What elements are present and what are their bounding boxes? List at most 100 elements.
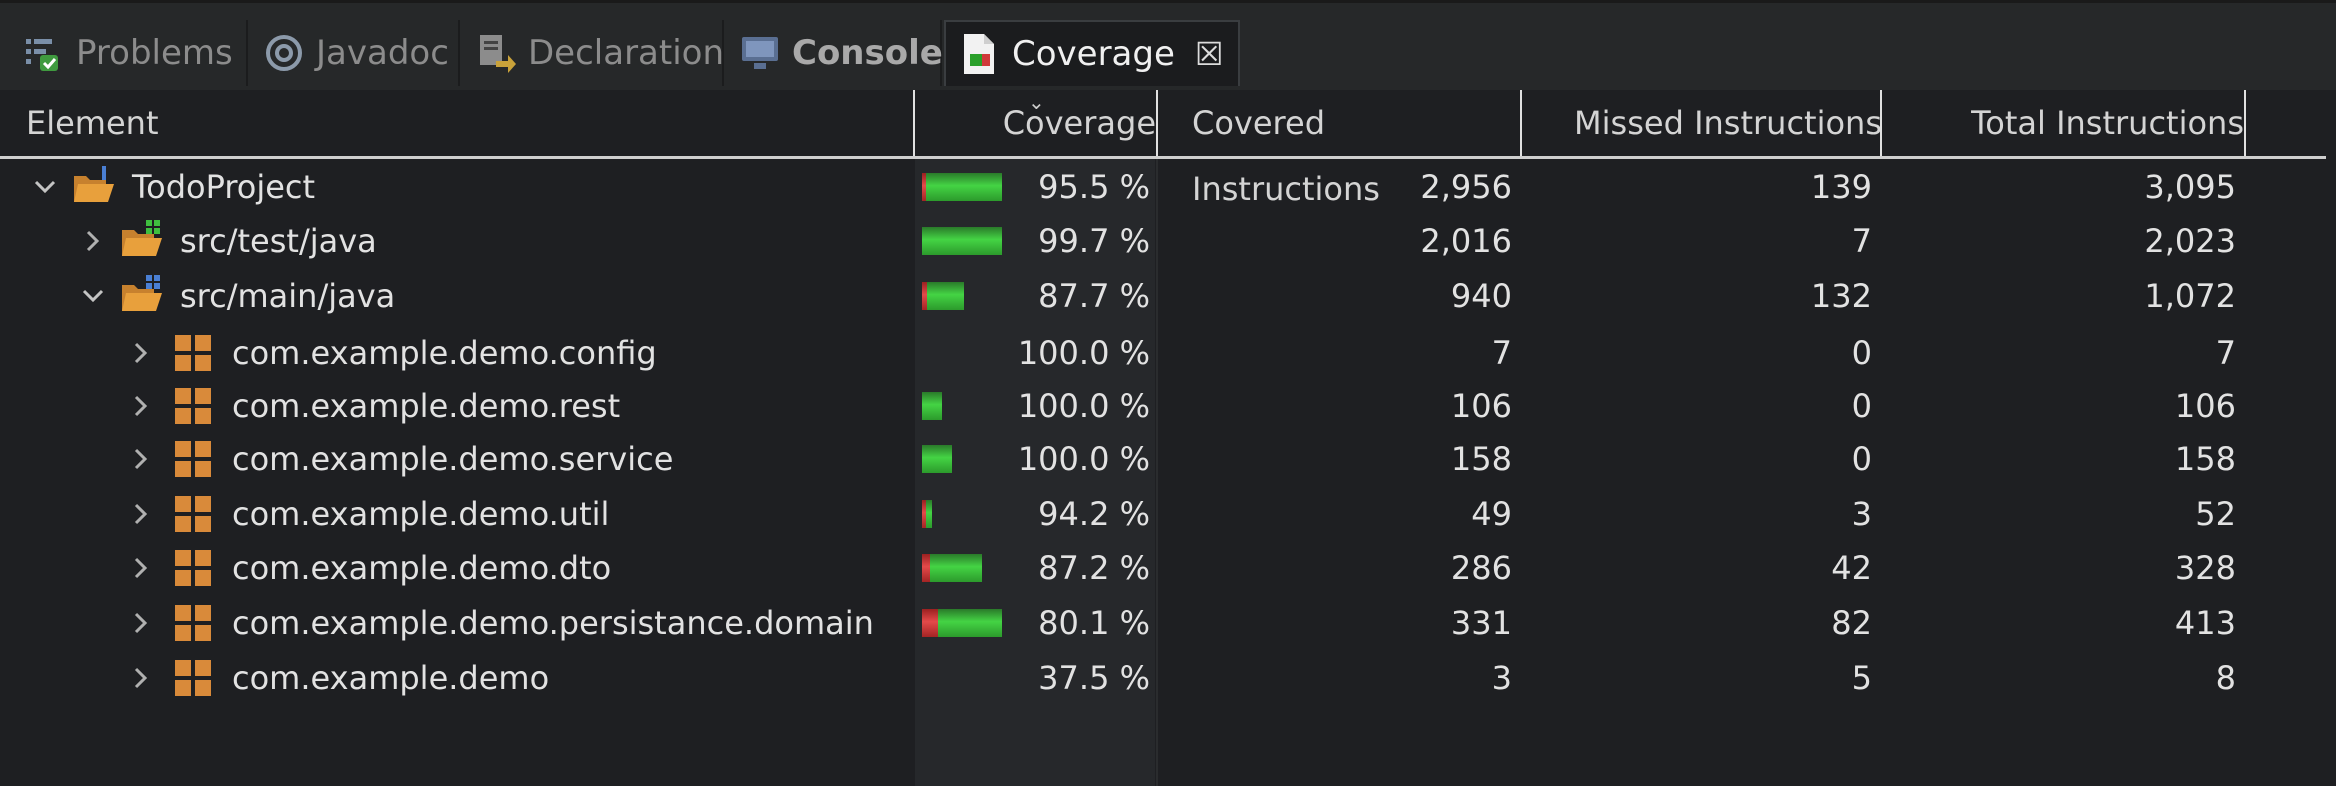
tab-problems[interactable]: Problems (10, 20, 248, 86)
chevron-down-icon[interactable] (78, 269, 108, 323)
total-instructions: 8 (2215, 659, 2236, 697)
tab-coverage-label: Coverage (1012, 34, 1175, 74)
tab-console-label: Console (792, 33, 943, 73)
missed-instructions: 7 (1851, 222, 1872, 260)
coverage-bar-missed (922, 173, 926, 201)
element-name: com.example.demo.dto (232, 549, 612, 587)
total-instructions: 328 (2174, 549, 2236, 587)
tree-row-folder[interactable]: TodoProject 95.5 % 2,956 139 3,095 (0, 160, 2326, 214)
missed-instructions: 0 (1851, 440, 1872, 478)
package-icon (174, 334, 212, 372)
coverage-percent: 99.7 % (1038, 222, 1150, 260)
column-separator[interactable] (1156, 90, 1158, 156)
coverage-bar (922, 554, 982, 582)
chevron-right-icon[interactable] (126, 487, 156, 541)
coverage-percent: 100.0 % (1017, 440, 1150, 478)
coverage-percent: 95.5 % (1038, 168, 1150, 206)
total-instructions: 2,023 (2144, 222, 2236, 260)
coverage-percent: 80.1 % (1038, 604, 1150, 642)
tree-row-package[interactable]: com.example.demo.config 100.0 % 7 0 7 (0, 326, 2326, 380)
element-name: com.example.demo.service (232, 440, 674, 478)
tree-row-folder[interactable]: src/main/java 87.7 % 940 132 1,072 (0, 269, 2326, 323)
view-tab-bar: Problems Javadoc Declaration Console Cov… (0, 0, 2336, 90)
coverage-percent: 37.5 % (1038, 659, 1150, 697)
tree-row-package[interactable]: com.example.demo.service 100.0 % 158 0 158 (0, 432, 2326, 486)
column-separator[interactable] (913, 90, 915, 156)
tree-row-package[interactable]: com.example.demo.dto 87.2 % 286 42 328 (0, 541, 2326, 595)
tab-declaration[interactable]: Declaration (462, 20, 724, 86)
chevron-right-icon[interactable] (78, 214, 108, 268)
total-instructions: 52 (2195, 495, 2236, 533)
at-icon (262, 31, 306, 75)
element-name: src/main/java (180, 277, 396, 315)
package-icon (174, 549, 212, 587)
coverage-bar-missed (922, 500, 926, 528)
column-separator[interactable] (1520, 90, 1522, 156)
package-icon (174, 495, 212, 533)
package-icon (174, 659, 212, 697)
tab-declaration-label: Declaration (528, 33, 725, 73)
coverage-percent: 100.0 % (1017, 334, 1150, 372)
coverage-icon (958, 32, 1002, 76)
coverage-view: Problems Javadoc Declaration Console Cov… (0, 0, 2336, 786)
chevron-right-icon[interactable] (126, 596, 156, 650)
column-separator[interactable] (2244, 90, 2246, 156)
missed-instructions: 82 (1831, 604, 1872, 642)
total-instructions: 3,095 (2144, 168, 2236, 206)
covered-instructions: 158 (1450, 440, 1512, 478)
package-icon (174, 387, 212, 425)
missed-instructions: 0 (1851, 387, 1872, 425)
missed-instructions: 42 (1831, 549, 1872, 587)
sort-descending-icon: ⌄ (1028, 90, 1045, 114)
chevron-right-icon[interactable] (126, 651, 156, 705)
covered-instructions: 2,016 (1420, 222, 1512, 260)
table-header: Element Coverage Covered Instructions Mi… (0, 90, 2326, 208)
missed-instructions: 139 (1810, 168, 1872, 206)
covered-instructions: 49 (1471, 495, 1512, 533)
project-folder-icon (72, 164, 116, 208)
tree-row-package[interactable]: com.example.demo 37.5 % 3 5 8 (0, 651, 2326, 705)
chevron-right-icon[interactable] (126, 432, 156, 486)
package-icon (174, 440, 212, 478)
tab-bar-border (0, 0, 2336, 3)
column-header-total[interactable]: Total Instructions (1884, 90, 2244, 156)
coverage-bar-missed (922, 554, 930, 582)
console-icon (738, 31, 782, 75)
element-name: com.example.demo.persistance.domain (232, 604, 874, 642)
chevron-right-icon[interactable] (126, 379, 156, 433)
coverage-bar (922, 609, 1002, 637)
coverage-bar (922, 500, 932, 528)
tab-coverage[interactable]: Coverage ☒ (944, 20, 1240, 86)
coverage-percent: 94.2 % (1038, 495, 1150, 533)
tree-row-folder[interactable]: src/test/java 99.7 % 2,016 7 2,023 (0, 214, 2326, 268)
column-separator[interactable] (1880, 90, 1882, 156)
chevron-right-icon[interactable] (126, 541, 156, 595)
total-instructions: 1,072 (2144, 277, 2236, 315)
tree-row-package[interactable]: com.example.demo.rest 100.0 % 106 0 106 (0, 379, 2326, 433)
close-icon[interactable]: ☒ (1195, 35, 1224, 73)
column-header-element[interactable]: Element (26, 90, 906, 156)
chevron-down-icon[interactable] (30, 160, 60, 214)
missed-instructions: 132 (1810, 277, 1872, 315)
coverage-percent: 87.7 % (1038, 277, 1150, 315)
column-header-missed[interactable]: Missed Instructions (1524, 90, 1882, 156)
covered-instructions: 106 (1450, 387, 1512, 425)
element-name: TodoProject (132, 168, 316, 206)
total-instructions: 413 (2174, 604, 2236, 642)
coverage-bar (922, 445, 952, 473)
column-header-covered[interactable]: Covered Instructions (1192, 90, 1522, 208)
chevron-right-icon[interactable] (126, 326, 156, 380)
tree-row-package[interactable]: com.example.demo.persistance.domain 80.1 … (0, 596, 2326, 650)
element-name: com.example.demo.config (232, 334, 657, 372)
tab-javadoc[interactable]: Javadoc (250, 20, 460, 86)
tab-console[interactable]: Console (726, 20, 943, 86)
source-folder-icon (120, 218, 164, 262)
total-instructions: 106 (2174, 387, 2236, 425)
coverage-bar (922, 392, 942, 420)
element-name: com.example.demo.util (232, 495, 610, 533)
tree-row-package[interactable]: com.example.demo.util 94.2 % 49 3 52 (0, 487, 2326, 541)
coverage-percent: 100.0 % (1017, 387, 1150, 425)
element-name: com.example.demo (232, 659, 550, 697)
declaration-icon (474, 31, 518, 75)
covered-instructions: 2,956 (1420, 168, 1512, 206)
